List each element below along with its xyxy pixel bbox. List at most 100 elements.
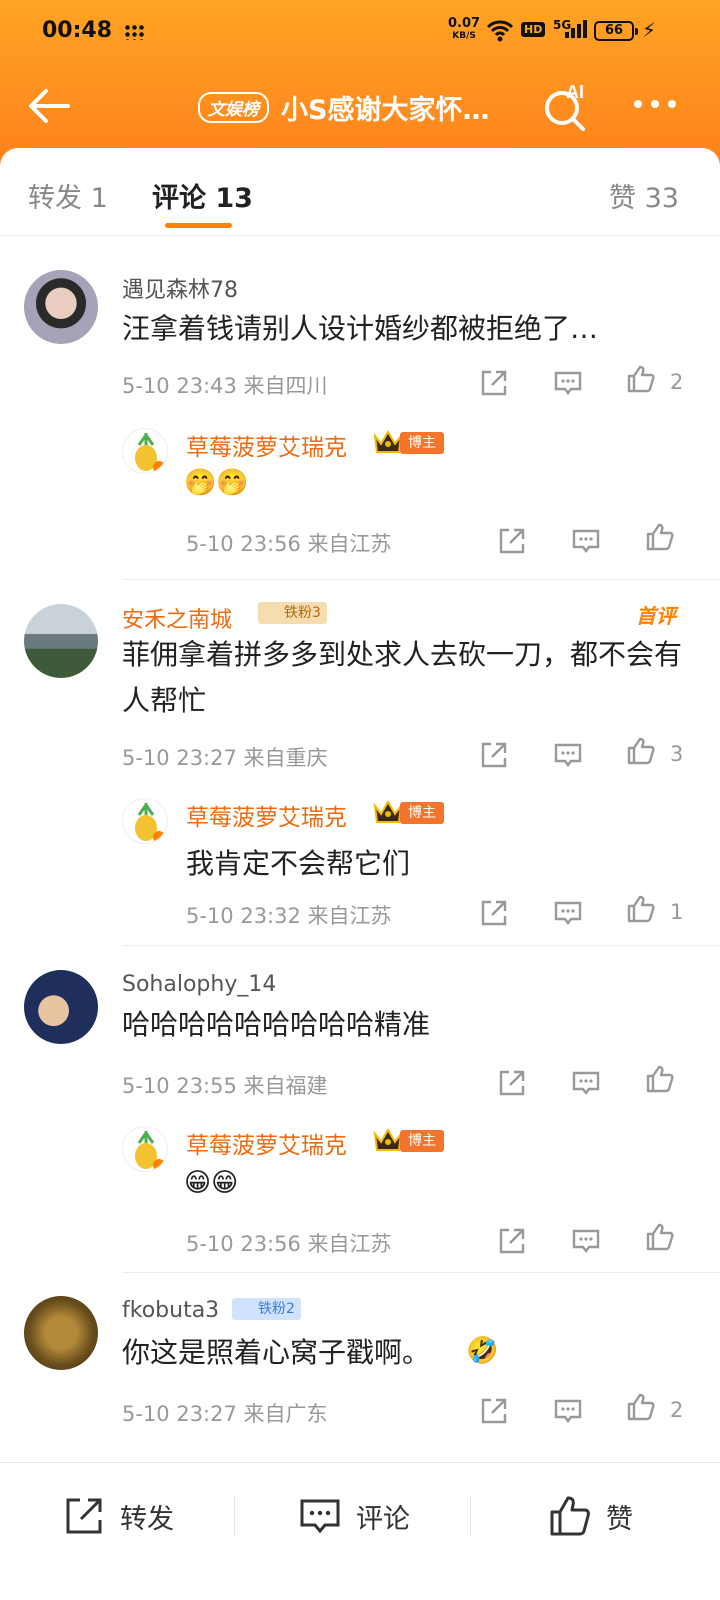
- comment-time-value: 5-10 23:55: [122, 1074, 237, 1098]
- app-grid-icon: [124, 24, 146, 40]
- comment-icon[interactable]: [571, 526, 601, 556]
- repost-label: 转发: [120, 1503, 174, 1535]
- back-arrow-icon[interactable]: [26, 86, 72, 126]
- comment-username[interactable]: fkobuta3: [122, 1298, 219, 1323]
- comment-time: 5-10 23:55 来自福建: [122, 1070, 328, 1100]
- net-speed-unit: KB/S: [452, 31, 476, 41]
- share-icon[interactable]: [479, 740, 509, 770]
- status-time: 00:48: [42, 18, 113, 43]
- comment-location: 来自四川: [243, 374, 328, 398]
- charging-icon: ⚡: [642, 18, 657, 42]
- tab-repost[interactable]: 转发 1: [28, 176, 108, 215]
- status-bar: 00:48 0.07 KB/S HD 5G 66 ⚡: [0, 16, 720, 48]
- comment-text: 菲佣拿着拼多多到处求人去砍一刀，都不会有人帮忙: [122, 638, 683, 717]
- title-wrap[interactable]: 文娱榜 小S感谢大家怀…: [198, 88, 489, 127]
- fan-badge: 铁粉3: [258, 602, 327, 624]
- avatar[interactable]: [24, 970, 98, 1044]
- comment-username[interactable]: 安禾之南城: [122, 602, 232, 634]
- reply-time: 5-10 23:56 来自江苏: [186, 528, 392, 558]
- comment-button[interactable]: 评论: [298, 1493, 410, 1539]
- comment-icon[interactable]: [553, 740, 583, 770]
- comment-icon[interactable]: [571, 1226, 601, 1256]
- reply-time-value: 5-10 23:56: [186, 532, 301, 556]
- like-icon[interactable]: [645, 1222, 675, 1252]
- comment-icon[interactable]: [553, 368, 583, 398]
- tab-likes[interactable]: 赞 33: [609, 176, 679, 215]
- like-icon[interactable]: [626, 736, 656, 766]
- like-icon[interactable]: [645, 522, 675, 552]
- reply-username[interactable]: 草莓菠萝艾瑞克: [186, 1126, 347, 1160]
- reply-location: 来自江苏: [307, 1232, 392, 1256]
- comment-icon: [300, 1499, 340, 1534]
- reply-username[interactable]: 草莓菠萝艾瑞克: [186, 798, 347, 832]
- reply-avatar[interactable]: [122, 798, 168, 844]
- comment-icon[interactable]: [571, 1068, 601, 1098]
- reply-location: 来自江苏: [307, 532, 392, 556]
- like-icon[interactable]: [626, 894, 656, 924]
- comment-username[interactable]: 遇见森林78: [122, 272, 238, 304]
- comment-icon[interactable]: [553, 1396, 583, 1426]
- comment-location: 来自福建: [243, 1074, 328, 1098]
- signal-icon: [565, 20, 587, 38]
- ai-search-icon[interactable]: AI: [540, 80, 592, 132]
- reply-emoji: 😁😁: [184, 1168, 239, 1198]
- comment-text: 哈哈哈哈哈哈哈哈哈精准: [122, 1008, 431, 1041]
- separator: [234, 1495, 235, 1537]
- comment-time: 5-10 23:27 来自广东: [122, 1398, 328, 1428]
- reply-emoji: 🤭🤭: [184, 468, 249, 498]
- reply-avatar[interactable]: [122, 428, 168, 474]
- comment-time-value: 5-10 23:43: [122, 374, 237, 398]
- like-icon[interactable]: [626, 364, 656, 394]
- net-speed-value: 0.07: [448, 16, 481, 31]
- reply-avatar[interactable]: [122, 1126, 168, 1172]
- share-icon[interactable]: [479, 1396, 509, 1426]
- nav-bar: 文娱榜 小S感谢大家怀… AI: [0, 70, 720, 142]
- tab-bar: 转发 1 评论 13 赞 33: [0, 148, 720, 236]
- avatar[interactable]: [24, 1296, 98, 1370]
- like-count: 1: [670, 900, 684, 924]
- share-icon[interactable]: [479, 368, 509, 398]
- comment-emoji: 🤣: [466, 1336, 499, 1366]
- like-label: 赞: [606, 1503, 633, 1535]
- like-icon: [550, 1496, 590, 1536]
- blogger-badge: 博主: [400, 802, 444, 824]
- share-icon[interactable]: [497, 1226, 527, 1256]
- like-button[interactable]: 赞: [548, 1493, 633, 1539]
- divider: [122, 1272, 720, 1273]
- divider: [122, 579, 720, 580]
- page-title: 小S感谢大家怀…: [281, 95, 490, 126]
- first-comment-label: 首评: [636, 604, 676, 628]
- like-icon[interactable]: [626, 1392, 656, 1422]
- comment-location: 来自广东: [243, 1402, 328, 1426]
- avatar[interactable]: [24, 604, 98, 678]
- like-icon[interactable]: [645, 1064, 675, 1094]
- title-tag: 文娱榜: [198, 92, 269, 123]
- tab-comments[interactable]: 评论 13: [152, 176, 253, 215]
- separator: [470, 1495, 471, 1537]
- reply-time-value: 5-10 23:56: [186, 1232, 301, 1256]
- blogger-badge: 博主: [400, 432, 444, 454]
- reply-time: 5-10 23:56 来自江苏: [186, 1228, 392, 1258]
- repost-button[interactable]: 转发: [62, 1493, 174, 1539]
- share-icon: [66, 1498, 102, 1534]
- fan-badge: 铁粉2: [232, 1298, 301, 1320]
- share-icon[interactable]: [497, 526, 527, 556]
- share-icon[interactable]: [479, 898, 509, 928]
- comments-card: 转发 1 评论 13 赞 33 遇见森林78 汪拿着钱请别人设计婚纱都被拒绝了……: [0, 148, 720, 1600]
- comment-icon[interactable]: [553, 898, 583, 928]
- comment-time-value: 5-10 23:27: [122, 1402, 237, 1426]
- ai-label: AI: [566, 82, 584, 102]
- wifi-icon: [486, 18, 514, 48]
- bottom-action-bar: 转发 评论 赞: [0, 1462, 720, 1600]
- battery-icon: 66: [594, 21, 638, 41]
- comment-username[interactable]: Sohalophy_14: [122, 972, 276, 997]
- more-icon[interactable]: [634, 100, 676, 108]
- avatar[interactable]: [24, 270, 98, 344]
- share-icon[interactable]: [497, 1068, 527, 1098]
- like-count: 2: [670, 1398, 684, 1422]
- like-count: 3: [670, 742, 684, 766]
- blogger-badge: 博主: [400, 1130, 444, 1152]
- reply-username[interactable]: 草莓菠萝艾瑞克: [186, 428, 347, 462]
- net-speed: 0.07 KB/S: [448, 16, 481, 42]
- comment-time-value: 5-10 23:27: [122, 746, 237, 770]
